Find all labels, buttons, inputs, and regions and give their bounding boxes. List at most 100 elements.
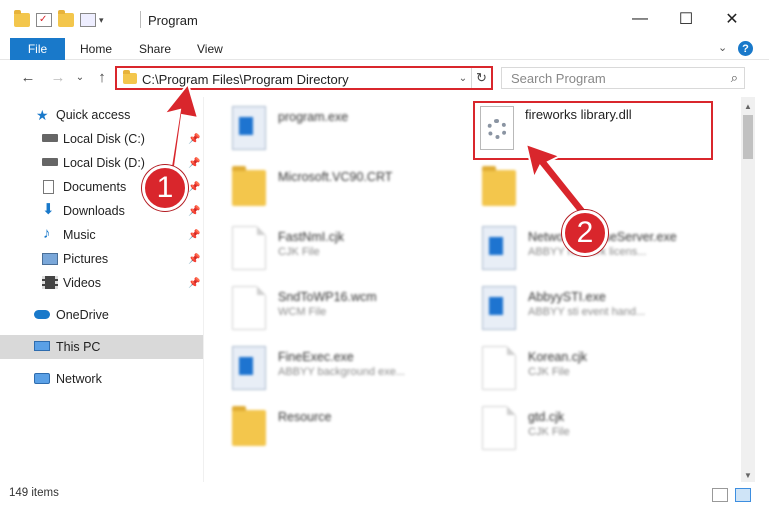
pane-divider [203,97,204,482]
file-name: gtd.cjk [528,410,565,424]
sidebar-item-label: Pictures [63,252,109,266]
step-badge-1: 1 [142,165,188,211]
file-item-folder[interactable] [458,160,708,216]
recent-locations-button[interactable]: ⌄ [70,67,90,87]
document-icon [232,226,266,270]
help-icon[interactable]: ? [738,41,753,56]
tab-share[interactable]: Share [139,38,171,60]
music-icon: ♪ [43,225,51,242]
up-button[interactable]: ↑ [92,67,112,87]
properties-icon[interactable]: ✓ [36,13,52,27]
expand-ribbon-icon[interactable]: ⌄ [718,41,727,54]
documents-icon [43,180,54,194]
folder-icon [232,406,266,446]
navigation-pane: ★ Quick access Local Disk (C:) 📌 Local D… [0,97,206,482]
close-button[interactable]: ✕ [709,0,755,38]
navigation-bar: ← → ⌄ ↑ C:\Program Files\Program Directo… [0,61,769,95]
file-type: ABBYY background exe... [278,366,405,378]
sidebar-item-this-pc[interactable]: This PC [0,335,203,359]
status-bar: 149 items [0,484,769,506]
file-type: WCM File [278,306,327,318]
drive-icon [42,158,58,166]
sidebar-item-label: Music [63,228,96,242]
sidebar-item-music[interactable]: ♪ Music 📌 [0,223,203,247]
document-icon [482,406,516,450]
search-input[interactable]: Search Program ⌕ [501,67,745,89]
large-icons-view-icon[interactable] [735,488,751,502]
sidebar-item-label: Local Disk (D:) [63,156,145,170]
pin-icon[interactable]: 📌 [188,206,200,217]
file-item-cjk[interactable]: FastNmI.cjk CJK File [208,220,458,276]
refresh-button[interactable]: ↻ [471,68,491,88]
application-icon [482,226,516,270]
file-item-folder[interactable]: Resource [208,400,458,456]
quick-access-toolbar: ✓ ▾ [14,10,104,30]
vertical-scrollbar[interactable]: ▲ ▼ [741,97,755,482]
application-icon [482,286,516,330]
tab-file[interactable]: File [10,38,65,60]
dll-file-icon[interactable] [480,106,514,150]
pin-icon[interactable]: 📌 [188,158,200,169]
sidebar-item-local-disk-c[interactable]: Local Disk (C:) 📌 [0,127,203,151]
item-count: 149 items [9,487,59,499]
network-icon [34,373,50,384]
scroll-up-arrow[interactable]: ▲ [741,99,755,113]
view-options-icon[interactable] [80,13,96,27]
minimize-button[interactable]: — [617,0,663,38]
sidebar-item-quick-access[interactable]: ★ Quick access [0,103,203,127]
scroll-down-arrow[interactable]: ▼ [741,468,755,482]
file-item-cjk[interactable]: gtd.cjk CJK File [458,400,708,456]
pin-icon[interactable]: 📌 [188,278,200,289]
address-path[interactable]: C:\Program Files\Program Directory [142,72,349,87]
pictures-icon [42,253,58,265]
file-name: Microsoft.VC90.CRT [278,170,393,184]
address-bar[interactable]: C:\Program Files\Program Directory ⌄ ↻ [115,66,493,90]
file-item-wcm[interactable]: SndToWP16.wcm WCM File [208,280,458,336]
title-bar: ✓ ▾ Program — ☐ ✕ [0,0,769,38]
application-icon [232,346,266,390]
pin-icon[interactable]: 📌 [188,134,200,145]
drive-icon [42,134,58,142]
videos-icon [42,276,58,289]
tab-view[interactable]: View [197,38,223,60]
file-name: AbbyySTI.exe [528,290,606,304]
document-icon [232,286,266,330]
details-view-icon[interactable] [712,488,728,502]
sidebar-item-label: Downloads [63,204,125,218]
sidebar-item-label: This PC [56,340,101,354]
file-item-exe[interactable]: FineExec.exe ABBYY background exe... [208,340,458,396]
back-button[interactable]: ← [18,67,38,87]
file-type: CJK File [528,426,570,438]
address-dropdown-icon[interactable]: ⌄ [455,68,471,88]
new-folder-icon[interactable] [58,10,74,27]
file-item-exe[interactable]: AbbyySTI.exe ABBYY sti event hand... [458,280,708,336]
window-title: Program [148,13,198,28]
sidebar-item-videos[interactable]: Videos 📌 [0,271,203,295]
forward-button[interactable]: → [48,67,68,87]
pin-icon[interactable]: 📌 [188,230,200,241]
file-item-program-exe[interactable]: program.exe [208,100,458,156]
customize-toolbar-icon[interactable]: ▾ [99,15,104,26]
star-icon: ★ [36,107,49,123]
file-item-cjk[interactable]: Korean.cjk CJK File [458,340,708,396]
sidebar-item-network[interactable]: Network [0,367,203,391]
file-name: FastNmI.cjk [278,230,344,244]
file-name: SndToWP16.wcm [278,290,377,304]
file-type: CJK File [278,246,320,258]
sidebar-item-onedrive[interactable]: OneDrive [0,303,203,327]
search-icon[interactable]: ⌕ [731,70,738,86]
file-item-fireworks-library-dll[interactable]: fireworks library.dll [525,107,632,122]
file-type: ABBYY sti event hand... [528,306,646,318]
scroll-thumb[interactable] [743,115,753,159]
pin-icon[interactable]: 📌 [188,254,200,265]
sidebar-item-pictures[interactable]: Pictures 📌 [0,247,203,271]
gear-icon [487,119,507,139]
sidebar-item-label: Local Disk (C:) [63,132,145,146]
maximize-button[interactable]: ☐ [663,0,709,38]
pin-icon[interactable]: 📌 [188,182,200,193]
folder-icon [232,166,266,206]
tab-home[interactable]: Home [80,38,112,60]
sidebar-item-label: Videos [63,276,101,290]
file-item-folder[interactable]: Microsoft.VC90.CRT [208,160,458,216]
sidebar-item-label: Quick access [56,108,131,122]
